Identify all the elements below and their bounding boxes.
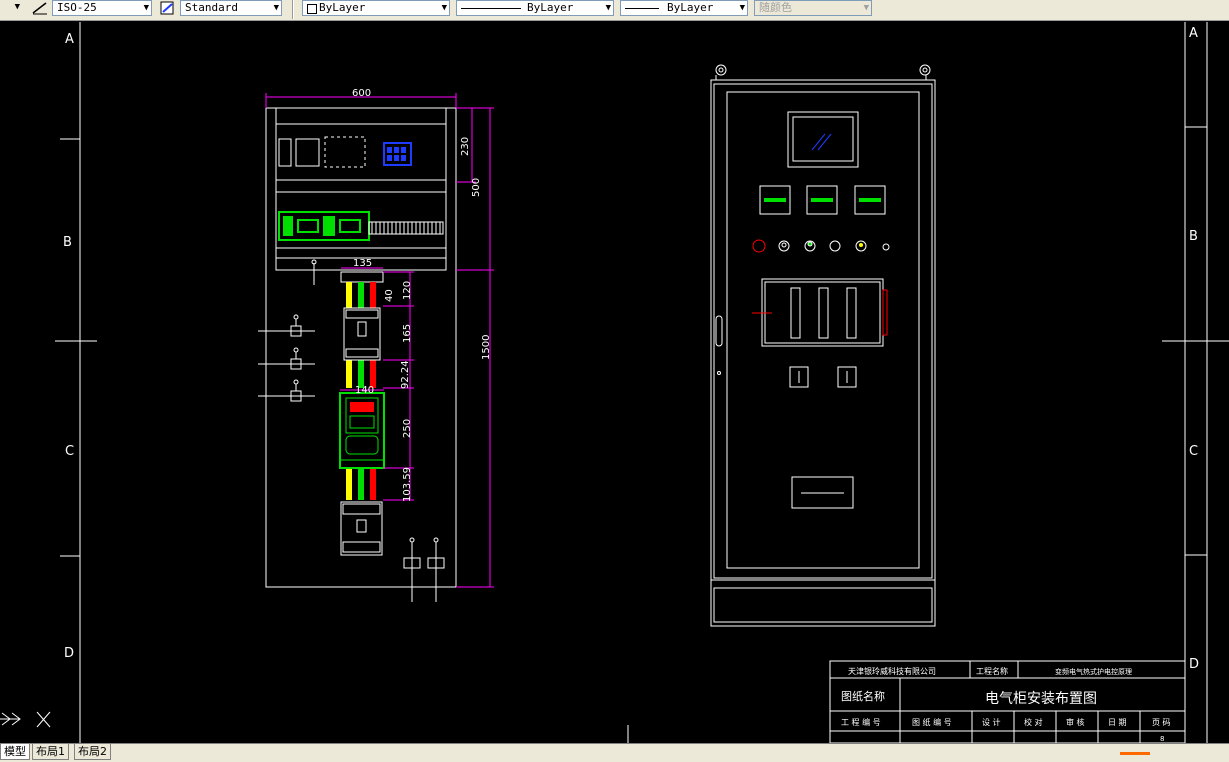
drawing-canvas[interactable]: A B C D A B C D 600 230 500 1500 135 120… bbox=[0, 21, 1229, 743]
dim-1500: 1500 bbox=[481, 335, 492, 360]
linetype-select[interactable]: ByLayer ▼ bbox=[456, 0, 614, 16]
drawing-svg: A B C D A B C D 600 230 500 1500 135 120… bbox=[0, 22, 1229, 743]
project-label: 工程名称 bbox=[976, 666, 1008, 676]
selector-icon bbox=[829, 240, 841, 252]
col-page: 页 码 bbox=[1152, 718, 1171, 727]
textstyle-select[interactable]: Standard ▼ bbox=[180, 0, 282, 16]
dim-135: 135 bbox=[353, 258, 372, 269]
lineweight-preview-icon bbox=[625, 8, 659, 9]
dimstyle-value: ISO-25 bbox=[57, 1, 97, 14]
circuit-breaker bbox=[343, 307, 381, 361]
ucs-icon bbox=[0, 711, 51, 728]
dimstyle-icon bbox=[32, 2, 47, 15]
dimstyle-select[interactable]: ISO-25 ▼ bbox=[52, 0, 152, 16]
cabinet-front-view bbox=[710, 64, 936, 627]
col-review: 审 核 bbox=[1066, 717, 1085, 727]
small-lamp-icon bbox=[882, 243, 890, 251]
linetype-value: ByLayer bbox=[527, 1, 574, 14]
lineweight-select[interactable]: ByLayer ▼ bbox=[620, 0, 748, 16]
project-name: 变频电气热式护电控原理 bbox=[1055, 667, 1132, 676]
properties-toolbar: ▼ ISO-25 ▼ Standard ▼ ByLayer ▼ ByLayer … bbox=[0, 0, 1229, 21]
row-label-right-c: C bbox=[1189, 444, 1198, 459]
dim-250: 250 bbox=[402, 419, 413, 438]
col-check: 校 对 bbox=[1024, 717, 1043, 727]
meter-module bbox=[295, 138, 320, 167]
chevron-down-icon: ▼ bbox=[143, 3, 149, 13]
col-date: 日 期 bbox=[1108, 718, 1127, 727]
drawing-name-label: 图纸名称 bbox=[841, 689, 885, 703]
dim-103: 103.59 bbox=[402, 467, 413, 502]
row-label-right-a: A bbox=[1189, 26, 1198, 41]
hmi-screen bbox=[787, 111, 859, 168]
terminal-rail bbox=[278, 211, 444, 241]
panel-layout-view: 600 230 500 1500 135 120 40 165 92.24 14… bbox=[258, 88, 494, 602]
company-name: 天津银玲威科技有限公司 bbox=[848, 666, 936, 676]
drawing-name: 电气柜安装布置图 bbox=[985, 691, 1097, 707]
layer-color-value: ByLayer bbox=[319, 1, 366, 14]
toolbar-separator bbox=[292, 0, 294, 19]
tab-layout1[interactable]: 布局1 bbox=[32, 744, 69, 760]
textstyle-icon bbox=[160, 1, 174, 15]
dim-500: 500 bbox=[471, 178, 482, 197]
row-label-left-b: B bbox=[63, 235, 72, 250]
drawing-frame bbox=[55, 22, 1229, 743]
stop-button-icon bbox=[752, 239, 766, 253]
chevron-down-icon: ▼ bbox=[605, 3, 611, 13]
page-number: 8 bbox=[1160, 735, 1164, 743]
lineweight-value: ByLayer bbox=[667, 1, 714, 14]
contactor bbox=[340, 501, 383, 556]
dim-230: 230 bbox=[460, 137, 471, 156]
chevron-down-icon: ▼ bbox=[273, 3, 279, 13]
small-module bbox=[278, 138, 292, 167]
col-project-no: 工 程 编 号 bbox=[841, 717, 881, 727]
row-label-right-b: B bbox=[1189, 229, 1198, 244]
dim-140: 140 bbox=[355, 385, 374, 396]
dim-92: 92.24 bbox=[400, 360, 411, 389]
textstyle-value: Standard bbox=[185, 1, 238, 14]
flowmeter-panel bbox=[761, 278, 884, 347]
dim-600: 600 bbox=[352, 88, 371, 99]
plotstyle-select[interactable]: 随颜色 ▼ bbox=[754, 0, 872, 16]
row-label-right-d: D bbox=[1189, 657, 1199, 672]
chevron-down-icon: ▼ bbox=[739, 3, 745, 13]
door-handle bbox=[715, 315, 723, 347]
toolbar-dropdown-left[interactable]: ▼ bbox=[0, 0, 22, 16]
chevron-down-icon: ▼ bbox=[441, 3, 447, 13]
color-swatch-icon bbox=[307, 4, 317, 14]
frequency-inverter bbox=[339, 392, 385, 469]
col-drawing-no: 图 纸 编 号 bbox=[912, 717, 952, 727]
chevron-down-icon: ▼ bbox=[863, 3, 869, 13]
plotstyle-value: 随颜色 bbox=[759, 1, 792, 14]
row-label-left-c: C bbox=[65, 444, 74, 459]
tab-layout2[interactable]: 布局2 bbox=[74, 744, 111, 760]
dim-40: 40 bbox=[384, 289, 395, 302]
row-label-left-d: D bbox=[64, 646, 74, 661]
row-label-left-a: A bbox=[65, 32, 74, 47]
dim-120: 120 bbox=[402, 281, 413, 300]
chevron-down-icon: ▼ bbox=[14, 2, 20, 12]
layout-tabs: 模型 布局1 布局2 bbox=[0, 743, 1229, 762]
col-design: 设 计 bbox=[982, 717, 1001, 727]
scroll-indicator bbox=[1120, 752, 1150, 755]
side-terminals bbox=[258, 259, 445, 602]
dim-165: 165 bbox=[402, 324, 413, 343]
blue-breaker-block bbox=[383, 142, 412, 166]
layer-color-select[interactable]: ByLayer ▼ bbox=[302, 0, 450, 16]
linetype-preview-icon bbox=[461, 8, 521, 9]
display-module bbox=[324, 136, 366, 168]
tab-model[interactable]: 模型 bbox=[0, 744, 30, 760]
